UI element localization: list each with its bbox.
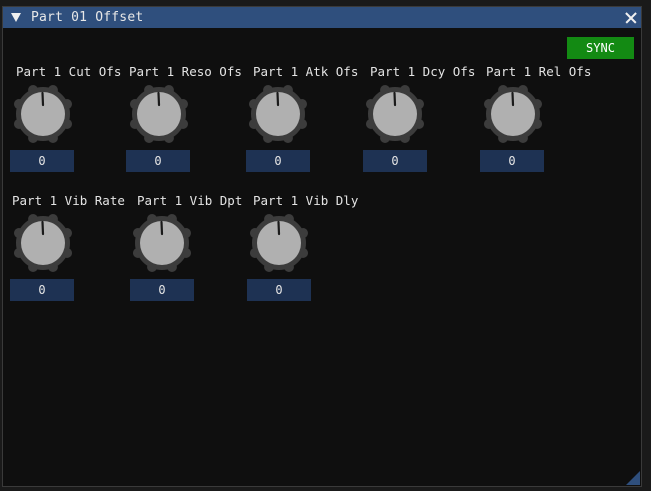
- knob-label: Part 1 Reso Ofs: [129, 64, 242, 79]
- knob-label: Part 1 Vib Rate: [12, 193, 125, 208]
- knob-label: Part 1 Atk Ofs: [253, 64, 359, 79]
- knob-label: Part 1 Cut Ofs: [16, 64, 122, 79]
- resize-grip-icon[interactable]: [626, 471, 640, 485]
- knob-vib-dpt[interactable]: [131, 212, 193, 274]
- knob-pointer: [277, 220, 281, 236]
- knob-reso-ofs[interactable]: [128, 83, 190, 145]
- sync-button[interactable]: SYNC: [567, 37, 634, 59]
- knob-rel-ofs[interactable]: [482, 83, 544, 145]
- knob-label: Part 1 Dcy Ofs: [370, 64, 476, 79]
- window-title: Part 01 Offset: [31, 10, 144, 25]
- knob-atk-ofs[interactable]: [247, 83, 309, 145]
- window-titlebar[interactable]: Part 01 Offset: [3, 7, 641, 28]
- knob-pointer: [276, 91, 280, 107]
- value-input-vib-rate[interactable]: 0: [10, 279, 74, 301]
- knob-vib-rate[interactable]: [12, 212, 74, 274]
- knob-pointer: [393, 91, 397, 107]
- value-input-atk-ofs[interactable]: 0: [246, 150, 310, 172]
- knob-graphic: [13, 213, 73, 273]
- knob-vib-dly[interactable]: [248, 212, 310, 274]
- knob-pointer: [160, 220, 164, 236]
- value-input-vib-dly[interactable]: 0: [247, 279, 311, 301]
- value-input-dcy-ofs[interactable]: 0: [363, 150, 427, 172]
- knob-graphic: [13, 84, 73, 144]
- knob-label: Part 1 Vib Dly: [253, 193, 359, 208]
- knob-graphic: [248, 84, 308, 144]
- knob-graphic: [365, 84, 425, 144]
- value-input-cut-ofs[interactable]: 0: [10, 150, 74, 172]
- value-input-reso-ofs[interactable]: 0: [126, 150, 190, 172]
- knob-pointer: [157, 91, 161, 107]
- collapse-arrow-icon[interactable]: [11, 13, 21, 22]
- knob-label: Part 1 Vib Dpt: [137, 193, 243, 208]
- knob-pointer: [41, 91, 45, 107]
- offset-window: Part 01 Offset SYNC Part 1 Cut Ofs 0 Par…: [2, 6, 642, 487]
- knob-pointer: [511, 91, 515, 107]
- knob-label: Part 1 Rel Ofs: [486, 64, 592, 79]
- knob-graphic: [129, 84, 189, 144]
- knob-graphic: [132, 213, 192, 273]
- knob-dcy-ofs[interactable]: [364, 83, 426, 145]
- close-icon[interactable]: [621, 7, 641, 28]
- knob-graphic: [483, 84, 543, 144]
- value-input-vib-dpt[interactable]: 0: [130, 279, 194, 301]
- value-input-rel-ofs[interactable]: 0: [480, 150, 544, 172]
- knob-cut-ofs[interactable]: [12, 83, 74, 145]
- knob-pointer: [41, 220, 45, 236]
- knob-graphic: [249, 213, 309, 273]
